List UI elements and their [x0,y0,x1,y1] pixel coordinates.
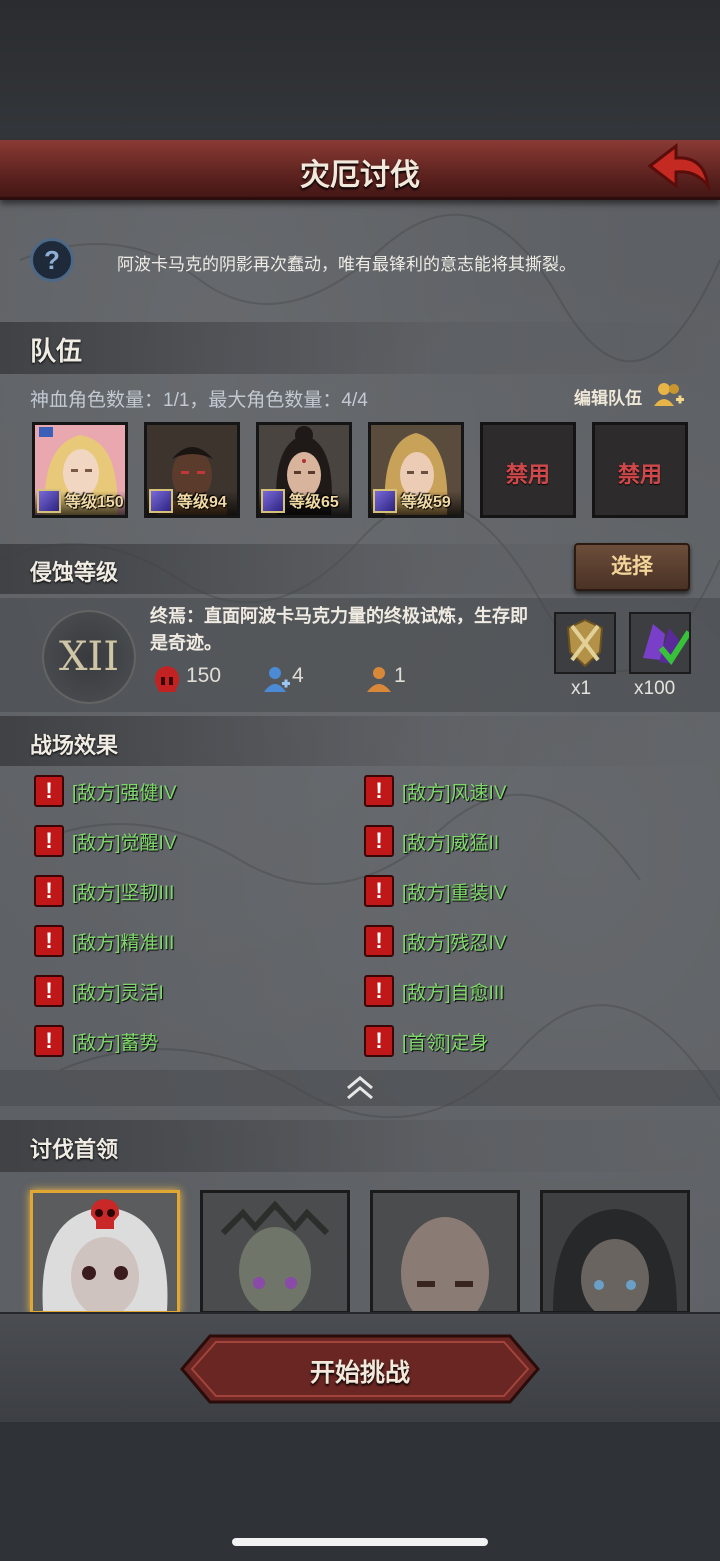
boss-card-3[interactable] [370,1190,520,1314]
help-icon[interactable]: ? [30,238,74,282]
top-backdrop [0,0,720,140]
effect-label: [敌方]蓄势 [72,1033,159,1054]
warning-icon: ! [364,1025,394,1057]
warning-icon: ! [34,825,64,857]
double-chevron-up-icon[interactable] [344,1074,376,1102]
corrosion-level-emblem: XII [42,610,136,704]
effect-label: [敌方]觉醒IV [72,833,177,854]
team-section-title: 队伍 [30,336,83,366]
golden-emblem-icon [566,618,604,668]
warning-icon: ! [364,925,394,957]
warning-icon: ! [364,825,394,857]
edit-team-icon[interactable] [652,380,686,410]
skull-icon [90,1199,120,1229]
hero-slot-4[interactable]: 等级59 [368,422,464,518]
skull-helmet-icon [154,666,180,692]
effect-label: [首领]定身 [402,1033,489,1054]
disabled-slot-1: 禁用 [480,422,576,518]
intro-text: 阿波卡马克的阴影再次蠢动，唯有最锋利的意志能将其撕裂。 [117,255,576,274]
hero-level: 等级59 [401,494,451,511]
effect-label: [敌方]威猛II [402,833,500,854]
team-stat: 4 [292,664,304,687]
back-arrow-icon[interactable] [646,142,712,194]
hero-level: 等级65 [289,494,339,511]
start-challenge-label[interactable]: 开始挑战 [180,1353,540,1389]
edit-team-button[interactable]: 编辑队伍 [574,384,642,409]
warning-icon: ! [34,925,64,957]
warning-icon: ! [364,775,394,807]
effect-label: [敌方]灵活I [72,983,164,1004]
power-stat: 150 [186,664,222,687]
reward-count: x100 [634,678,676,699]
team-stats: 神血角色数量：1/1，最大角色数量：4/4 [30,390,368,411]
weapon-class-icon [373,489,397,513]
corrosion-section-title: 侵蚀等级 [30,560,119,585]
warning-icon: ! [34,1025,64,1057]
warning-icon: ! [34,775,64,807]
other-stat: 1 [394,664,406,687]
boss-portrait-dark-warrior [543,1193,687,1311]
difficulty-description: 终焉：直面阿波卡马克力量的终极试炼，生存即是奇迹。 [150,606,528,653]
effect-label: [敌方]坚韧III [72,883,175,904]
team-header-strip [0,322,720,374]
hero-level-bar: 等级59 [371,489,461,515]
reward-count: x1 [571,678,592,699]
effect-label: [敌方]强健IV [72,783,177,804]
effect-label: [敌方]重装IV [402,883,507,904]
warning-icon: ! [34,875,64,907]
hero-slot-3[interactable]: 等级65 [256,422,352,518]
disabled-slot-2: 禁用 [592,422,688,518]
effects-section-title: 战场效果 [30,733,119,758]
effect-label: [敌方]精准III [72,933,175,954]
boss-portrait-thorn-crown [203,1193,347,1311]
weapon-class-icon [37,489,61,513]
effect-label: [敌方]残忍IV [402,933,507,954]
bosses-section-title: 讨伐首领 [30,1137,119,1162]
effect-label: [敌方]风速IV [402,783,507,804]
purple-crystal-icon [643,624,692,666]
boss-portrait-bald [373,1193,517,1311]
person-orange-icon [367,667,391,692]
hero-level: 等级150 [65,494,124,511]
reward-golden-emblem[interactable] [554,612,616,674]
hero-level-bar: 等级150 [35,489,125,515]
hero-slot-1[interactable]: 等级150 [32,422,128,518]
disabled-label: 禁用 [505,462,550,487]
hero-slot-2[interactable]: 等级94 [144,422,240,518]
warning-icon: ! [364,875,394,907]
boss-card-1[interactable] [30,1190,180,1314]
weapon-class-icon [149,489,173,513]
warning-icon: ! [364,975,394,1007]
reward-purple-crystal[interactable] [629,612,692,674]
hero-level-bar: 等级65 [259,489,349,515]
warning-icon: ! [34,975,64,1007]
hero-level-bar: 等级94 [147,489,237,515]
team-member-icon [264,667,290,692]
boss-card-4[interactable] [540,1190,690,1314]
boss-card-2[interactable] [200,1190,350,1314]
weapon-class-icon [261,489,285,513]
disabled-label: 禁用 [617,462,662,487]
collapse-bar[interactable] [0,1070,720,1106]
home-indicator[interactable] [232,1538,488,1546]
select-difficulty-button[interactable]: 选择 [574,543,690,591]
effect-label: [敌方]自愈III [402,983,505,1004]
page-title: 灾厄讨伐 [300,159,420,192]
hero-level: 等级94 [177,494,227,511]
